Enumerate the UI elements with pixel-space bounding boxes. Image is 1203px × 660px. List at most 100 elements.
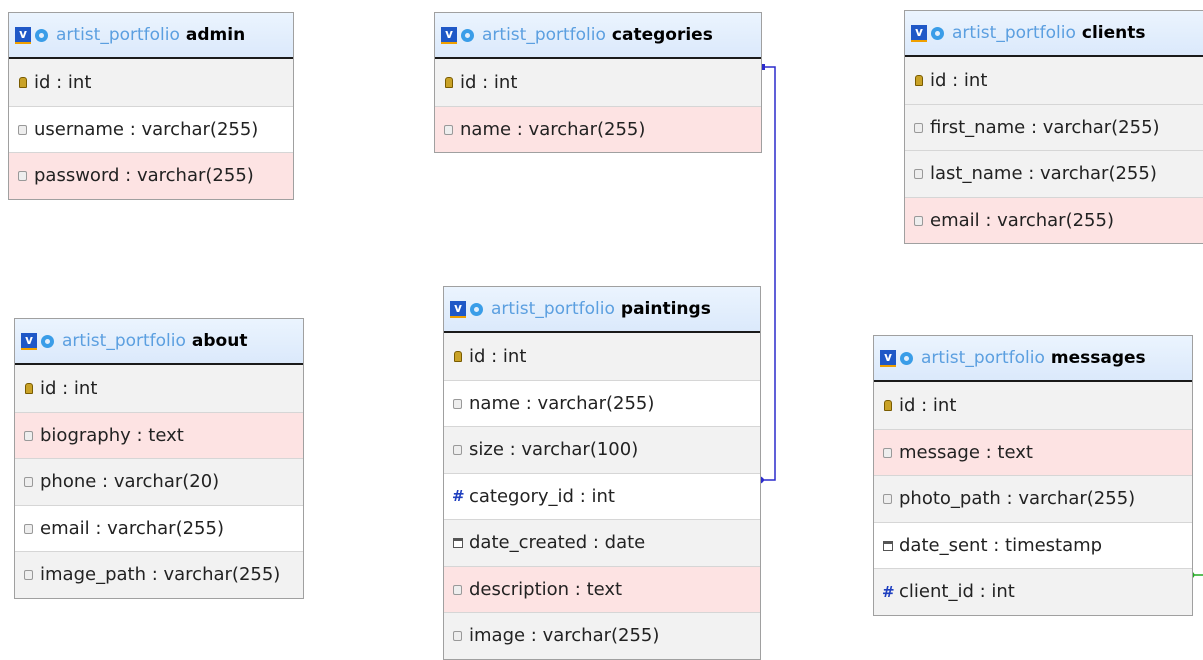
- number-icon: #: [452, 487, 465, 506]
- column-label: date_created : date: [469, 532, 646, 554]
- column-label: id : int: [899, 394, 957, 416]
- database-name: artist_portfolio: [952, 23, 1076, 43]
- column-icon: [23, 564, 34, 585]
- column-row[interactable]: username : varchar(255): [9, 105, 293, 152]
- column-row[interactable]: email : varchar(255): [15, 504, 303, 551]
- view-icon[interactable]: v: [441, 26, 457, 44]
- table-categories[interactable]: v artist_portfolio categories id : int name …: [434, 12, 762, 153]
- column-label: password : varchar(255): [34, 165, 254, 187]
- view-icon[interactable]: v: [450, 300, 466, 318]
- table-name: messages: [1050, 348, 1146, 368]
- column-row[interactable]: name : varchar(255): [444, 379, 760, 426]
- column-label: client_id : int: [899, 581, 1015, 603]
- table-about[interactable]: v artist_portfolio about id : int biography …: [14, 318, 304, 599]
- gear-icon[interactable]: [41, 334, 54, 348]
- column-label: description : text: [469, 578, 623, 600]
- column-label: email : varchar(255): [930, 209, 1114, 231]
- date-icon: [882, 535, 893, 556]
- gear-icon[interactable]: [35, 28, 48, 42]
- key-icon: [23, 378, 34, 399]
- database-name: artist_portfolio: [491, 299, 615, 319]
- table-name: clients: [1081, 23, 1146, 43]
- column-label: name : varchar(255): [469, 392, 655, 414]
- column-row[interactable]: id : int: [444, 333, 760, 380]
- column-row[interactable]: image_path : varchar(255): [15, 551, 303, 598]
- key-icon: [443, 72, 454, 93]
- table-header[interactable]: v artist_portfolio categories: [435, 13, 761, 59]
- column-label: email : varchar(255): [40, 517, 224, 539]
- column-icon: [452, 393, 463, 414]
- column-row[interactable]: password : varchar(255): [9, 152, 293, 199]
- column-icon: [23, 471, 34, 492]
- gear-icon[interactable]: [931, 26, 944, 40]
- column-label: id : int: [469, 345, 527, 367]
- column-row[interactable]: message : text: [874, 428, 1192, 475]
- column-label: photo_path : varchar(255): [899, 488, 1136, 510]
- column-row[interactable]: id : int: [905, 57, 1203, 104]
- database-name: artist_portfolio: [482, 25, 606, 45]
- column-row[interactable]: id : int: [874, 382, 1192, 429]
- column-row[interactable]: date_sent : timestamp: [874, 521, 1192, 568]
- table-messages[interactable]: v artist_portfolio messages id : int message…: [873, 335, 1193, 616]
- table-header[interactable]: v artist_portfolio admin: [9, 13, 293, 59]
- column-label: image : varchar(255): [469, 625, 660, 647]
- key-icon: [913, 70, 924, 91]
- table-name: categories: [611, 25, 713, 45]
- table-header[interactable]: v artist_portfolio clients: [905, 11, 1203, 57]
- column-label: id : int: [460, 71, 518, 93]
- column-label: last_name : varchar(255): [930, 163, 1157, 185]
- view-icon[interactable]: v: [880, 349, 896, 367]
- column-label: size : varchar(100): [469, 439, 639, 461]
- column-row[interactable]: biography : text: [15, 411, 303, 458]
- column-icon: [452, 625, 463, 646]
- view-icon[interactable]: v: [911, 24, 927, 42]
- column-row[interactable]: id : int: [435, 59, 761, 106]
- key-icon: [882, 395, 893, 416]
- column-icon: [23, 425, 34, 446]
- table-header[interactable]: v artist_portfolio about: [15, 319, 303, 365]
- column-icon: [452, 579, 463, 600]
- table-admin[interactable]: v artist_portfolio admin id : int username :…: [8, 12, 294, 200]
- column-label: biography : text: [40, 424, 184, 446]
- column-label: id : int: [40, 377, 98, 399]
- column-row[interactable]: email : varchar(255): [905, 196, 1203, 243]
- column-row[interactable]: id : int: [15, 365, 303, 412]
- column-label: phone : varchar(20): [40, 471, 220, 493]
- column-label: id : int: [34, 71, 92, 93]
- column-row[interactable]: # category_id : int: [444, 472, 760, 519]
- table-paintings[interactable]: v artist_portfolio paintings id : int name :…: [443, 286, 761, 660]
- table-header[interactable]: v artist_portfolio messages: [874, 336, 1192, 382]
- column-row[interactable]: first_name : varchar(255): [905, 103, 1203, 150]
- column-row[interactable]: name : varchar(255): [435, 105, 761, 152]
- column-row[interactable]: description : text: [444, 565, 760, 612]
- table-header[interactable]: v artist_portfolio paintings: [444, 287, 760, 333]
- column-icon: [913, 163, 924, 184]
- column-icon: [443, 119, 454, 140]
- column-row[interactable]: phone : varchar(20): [15, 458, 303, 505]
- table-clients[interactable]: v artist_portfolio clients id : int first_na…: [904, 10, 1203, 244]
- column-row[interactable]: last_name : varchar(255): [905, 150, 1203, 197]
- column-row[interactable]: # client_id : int: [874, 568, 1192, 615]
- column-label: name : varchar(255): [460, 118, 646, 140]
- database-name: artist_portfolio: [62, 331, 186, 351]
- column-row[interactable]: id : int: [9, 59, 293, 106]
- column-icon: [452, 439, 463, 460]
- column-label: date_sent : timestamp: [899, 534, 1103, 556]
- gear-icon[interactable]: [461, 28, 474, 42]
- column-label: category_id : int: [469, 485, 615, 507]
- gear-icon[interactable]: [900, 351, 913, 365]
- key-icon: [452, 346, 463, 367]
- view-icon[interactable]: v: [21, 332, 37, 350]
- gear-icon[interactable]: [470, 302, 483, 316]
- column-label: image_path : varchar(255): [40, 564, 281, 586]
- date-icon: [452, 532, 463, 553]
- column-row[interactable]: photo_path : varchar(255): [874, 475, 1192, 522]
- column-icon: [17, 119, 28, 140]
- view-icon[interactable]: v: [15, 26, 31, 44]
- column-label: username : varchar(255): [34, 118, 259, 140]
- column-row[interactable]: date_created : date: [444, 519, 760, 566]
- column-row[interactable]: size : varchar(100): [444, 426, 760, 473]
- column-icon: [913, 117, 924, 138]
- table-name: paintings: [620, 299, 711, 319]
- column-icon: [882, 488, 893, 509]
